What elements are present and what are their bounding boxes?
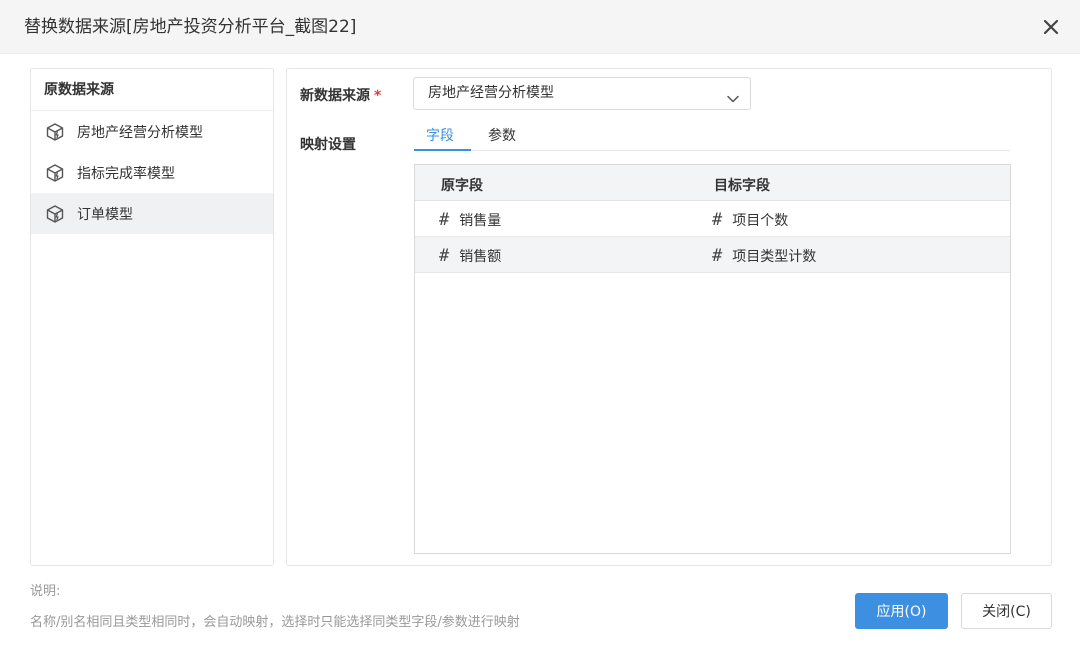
target-field-cell[interactable]: # 项目个数 xyxy=(712,210,788,230)
note-text: 名称/别名相同且类型相同时，会自动映射，选择时只能选择同类型字段/参数进行映射 xyxy=(30,615,520,630)
close-button[interactable]: 关闭(C) xyxy=(961,593,1052,629)
new-source-select[interactable]: 房地产经营分析模型 xyxy=(413,77,751,110)
cube-icon xyxy=(45,122,65,142)
table-row[interactable]: # 销售量 # 项目个数 xyxy=(415,201,1010,237)
chevron-down-icon xyxy=(726,87,740,103)
source-item-label: 房地产经营分析模型 xyxy=(77,124,203,141)
source-item-order-model[interactable]: 订单模型 xyxy=(31,193,273,234)
source-field-cell: # 销售额 xyxy=(439,246,501,266)
source-field-name: 销售额 xyxy=(459,249,502,265)
required-mark: * xyxy=(374,88,382,104)
number-type-icon: # xyxy=(439,210,450,230)
source-item-kpi-completion-model[interactable]: 指标完成率模型 xyxy=(31,152,273,193)
target-field-cell[interactable]: # 项目类型计数 xyxy=(712,246,816,266)
number-type-icon: # xyxy=(439,246,450,266)
original-source-header: 原数据来源 xyxy=(31,69,273,111)
number-type-icon: # xyxy=(712,246,723,266)
field-mapping-table: 原字段 目标字段 # 销售量 # 项目个数 # 销售额 # 项目类型计数 xyxy=(414,164,1011,554)
column-header-source-field: 原字段 xyxy=(441,178,483,194)
active-tab-indicator xyxy=(414,149,471,151)
mapping-tabs: 字段 参数 xyxy=(414,117,1010,151)
tab-parameters[interactable]: 参数 xyxy=(488,125,516,145)
source-item-real-estate-model[interactable]: 房地产经营分析模型 xyxy=(31,111,273,152)
dialog-header: 替换数据来源[房地产投资分析平台_截图22] xyxy=(0,0,1080,54)
target-field-name: 项目类型计数 xyxy=(732,249,817,265)
number-type-icon: # xyxy=(712,210,723,230)
cube-icon xyxy=(45,163,65,183)
apply-button[interactable]: 应用(O) xyxy=(855,593,948,629)
source-item-label: 订单模型 xyxy=(77,206,133,223)
replace-data-source-dialog: 替换数据来源[房地产投资分析平台_截图22] 原数据来源 房地产经营分析模型 指… xyxy=(0,0,1080,660)
target-field-name: 项目个数 xyxy=(732,213,789,229)
tab-fields-label: 字段 xyxy=(426,128,454,144)
source-field-name: 销售量 xyxy=(459,213,502,229)
dialog-title: 替换数据来源[房地产投资分析平台_截图22] xyxy=(24,17,357,37)
cube-icon xyxy=(45,204,65,224)
new-source-panel: 新数据来源 * 房地产经营分析模型 映射设置 字段 参数 原字段 目标字段 # … xyxy=(286,68,1052,566)
new-source-label-text: 新数据来源 xyxy=(300,88,370,104)
tab-fields[interactable]: 字段 xyxy=(426,125,454,145)
note-title: 说明: xyxy=(30,584,61,599)
new-source-select-value: 房地产经营分析模型 xyxy=(428,85,554,101)
original-source-panel: 原数据来源 房地产经营分析模型 指标完成率模型 订单模型 xyxy=(30,68,274,566)
table-row[interactable]: # 销售额 # 项目类型计数 xyxy=(415,237,1010,273)
column-header-target-field: 目标字段 xyxy=(714,178,770,194)
source-field-cell: # 销售量 xyxy=(439,210,501,230)
new-source-label: 新数据来源 * xyxy=(300,85,381,105)
tab-parameters-label: 参数 xyxy=(488,128,516,144)
mapping-settings-label: 映射设置 xyxy=(300,137,356,153)
source-item-label: 指标完成率模型 xyxy=(77,165,175,182)
table-header: 原字段 目标字段 xyxy=(415,165,1010,201)
close-icon[interactable] xyxy=(1040,16,1062,38)
